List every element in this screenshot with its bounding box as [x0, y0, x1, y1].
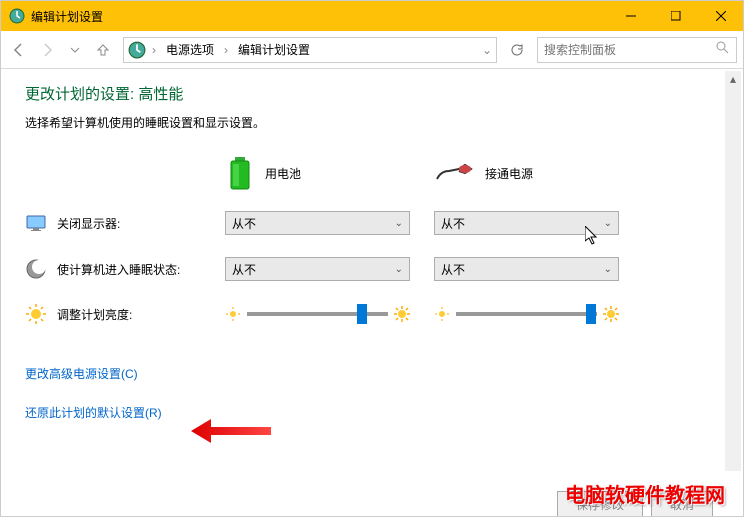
display-off-label: 关闭显示器:	[57, 215, 120, 232]
display-off-battery-dropdown[interactable]: 从不⌄	[225, 211, 410, 235]
titlebar: 编辑计划设置	[1, 1, 743, 31]
restore-defaults-link[interactable]: 还原此计划的默认设置(R)	[25, 404, 719, 421]
recent-dropdown[interactable]	[63, 38, 87, 62]
chevron-down-icon[interactable]: ⌄	[482, 43, 492, 57]
sun-icon	[25, 303, 47, 325]
maximize-button[interactable]	[653, 1, 698, 31]
sleep-row: 使计算机进入睡眠状态: 从不⌄ 从不⌄	[25, 257, 719, 281]
content-area: 更改计划的设置: 高性能 选择希望计算机使用的睡眠设置和显示设置。 用电池 接通…	[1, 69, 743, 516]
chevron-down-icon: ⌄	[395, 218, 403, 229]
sun-bright-icon	[394, 306, 410, 322]
brightness-plugged-slider[interactable]	[456, 312, 597, 316]
breadcrumb-edit-plan[interactable]: 编辑计划设置	[234, 39, 314, 60]
plug-icon	[435, 161, 475, 185]
monitor-icon	[25, 212, 47, 234]
battery-icon	[225, 155, 255, 191]
search-icon[interactable]	[716, 41, 730, 58]
window-controls	[608, 1, 743, 31]
navbar: › 电源选项 › 编辑计划设置 ⌄	[1, 31, 743, 69]
battery-column-header: 用电池	[225, 155, 435, 191]
display-off-plugged-dropdown[interactable]: 从不⌄	[434, 211, 619, 235]
advanced-power-settings-link[interactable]: 更改高级电源设置(C)	[25, 365, 719, 382]
column-headers: 用电池 接通电源	[225, 155, 719, 191]
watermark: 电脑软硬件教程网	[565, 479, 725, 508]
window-title: 编辑计划设置	[31, 8, 103, 25]
power-options-icon	[128, 41, 146, 59]
page-subtitle: 选择希望计算机使用的睡眠设置和显示设置。	[25, 114, 719, 131]
chevron-down-icon: ⌄	[395, 264, 403, 275]
plugged-column-header: 接通电源	[435, 155, 645, 191]
scrollbar[interactable]: ▴	[725, 71, 741, 471]
back-button[interactable]	[7, 38, 31, 62]
slider-thumb[interactable]	[586, 304, 596, 324]
brightness-battery-slider-cell	[225, 306, 410, 322]
display-off-row: 关闭显示器: 从不⌄ 从不⌄	[25, 211, 719, 235]
brightness-plugged-slider-cell	[434, 306, 619, 322]
sleep-battery-dropdown[interactable]: 从不⌄	[225, 257, 410, 281]
sleep-plugged-dropdown[interactable]: 从不⌄	[434, 257, 619, 281]
moon-icon	[25, 258, 47, 280]
sun-bright-icon	[603, 306, 619, 322]
chevron-right-icon: ›	[152, 43, 156, 57]
slider-thumb[interactable]	[357, 304, 367, 324]
forward-button[interactable]	[35, 38, 59, 62]
breadcrumb[interactable]: › 电源选项 › 编辑计划设置 ⌄	[123, 37, 497, 63]
power-plan-icon	[9, 8, 25, 24]
refresh-button[interactable]	[505, 38, 529, 62]
breadcrumb-power-options[interactable]: 电源选项	[162, 39, 218, 60]
sleep-label: 使计算机进入睡眠状态:	[57, 261, 180, 278]
links-section: 更改高级电源设置(C) 还原此计划的默认设置(R)	[25, 365, 719, 421]
battery-label: 用电池	[265, 165, 301, 182]
brightness-row: 调整计划亮度:	[25, 303, 719, 325]
sun-dim-icon	[434, 306, 450, 322]
scroll-up-icon[interactable]: ▴	[725, 71, 741, 87]
search-input[interactable]	[544, 43, 716, 57]
up-button[interactable]	[91, 38, 115, 62]
chevron-down-icon: ⌄	[604, 218, 612, 229]
chevron-right-icon: ›	[224, 43, 228, 57]
plugged-label: 接通电源	[485, 165, 533, 182]
brightness-label: 调整计划亮度:	[57, 306, 132, 323]
brightness-battery-slider[interactable]	[247, 312, 388, 316]
chevron-down-icon: ⌄	[604, 264, 612, 275]
search-box[interactable]	[537, 37, 737, 63]
annotation-arrow-icon	[191, 417, 271, 445]
page-heading: 更改计划的设置: 高性能	[25, 83, 719, 104]
minimize-button[interactable]	[608, 1, 653, 31]
sun-dim-icon	[225, 306, 241, 322]
close-button[interactable]	[698, 1, 743, 31]
